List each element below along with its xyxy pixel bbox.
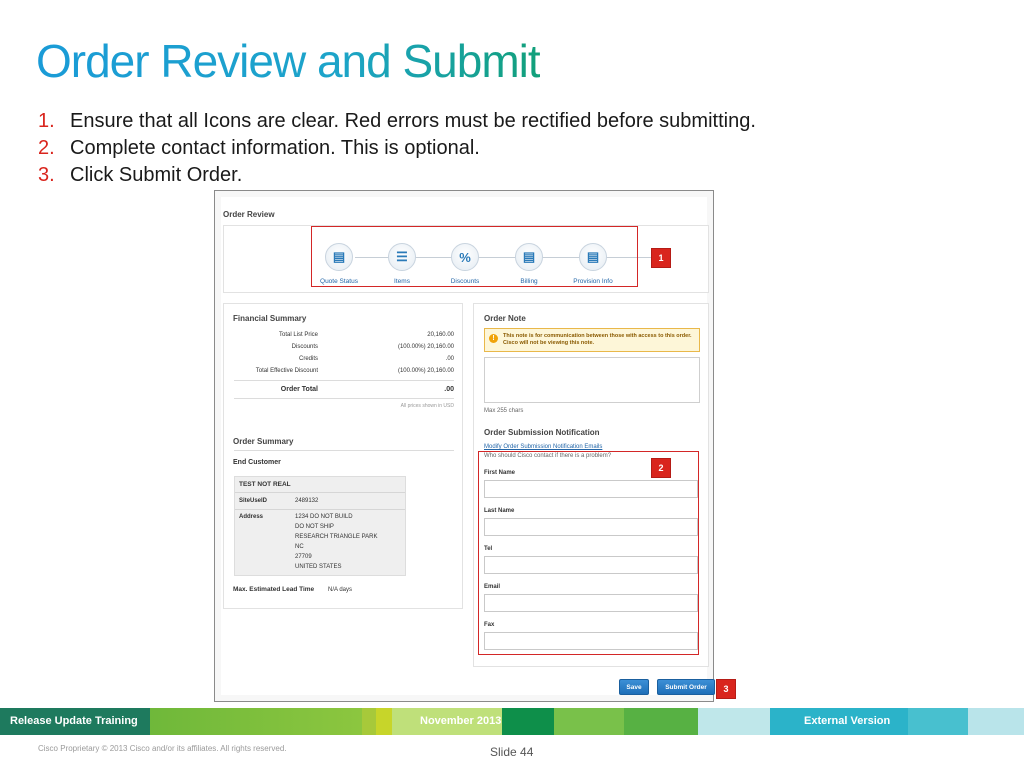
submit-order-button[interactable]: Submit Order xyxy=(657,679,715,695)
step-number: 3. xyxy=(38,164,55,186)
step-text: Click Submit Order. xyxy=(70,164,243,186)
instruction-step: 1. Ensure that all Icons are clear. Red e… xyxy=(38,108,756,135)
footer-left-text: Release Update Training xyxy=(10,715,138,727)
end-customer-label: End Customer xyxy=(233,459,281,466)
footer-segment xyxy=(362,708,376,735)
footer-segment xyxy=(624,708,698,735)
financial-summary-panel: Financial Summary Total List Price 20,16… xyxy=(223,303,463,609)
footer-right-text: External Version xyxy=(804,715,891,727)
site-label: SiteUseID xyxy=(239,498,268,504)
lead-time-value: N/A days xyxy=(328,587,353,593)
divider xyxy=(234,398,454,399)
save-button[interactable]: Save xyxy=(619,679,649,695)
order-review-title: Order Review xyxy=(223,210,275,219)
address-line: 27709 xyxy=(295,554,312,560)
note-warning: ! This note is for communication between… xyxy=(484,328,700,352)
warning-icon: ! xyxy=(489,334,498,343)
callout-box-contact xyxy=(478,451,699,655)
order-total-value: .00 xyxy=(444,386,454,393)
step-text: Ensure that all Icons are clear. Red err… xyxy=(70,110,756,132)
order-total-label: Order Total xyxy=(280,386,318,393)
fin-value: (100.00%) 20,160.00 xyxy=(397,344,454,350)
fin-label: Total Effective Discount xyxy=(255,368,318,374)
max-chars-hint: Max 255 chars xyxy=(484,408,524,414)
fin-value: .00 xyxy=(445,356,454,362)
lead-time-label: Max. Estimated Lead Time xyxy=(233,586,315,593)
address-line: UNITED STATES xyxy=(295,564,342,570)
copyright-text: Cisco Proprietary © 2013 Cisco and/or it… xyxy=(38,744,287,753)
fin-label: Total List Price xyxy=(278,332,318,338)
address-line: NC xyxy=(295,544,304,550)
instruction-list: 1. Ensure that all Icons are clear. Red e… xyxy=(38,108,756,189)
fin-value: 20,160.00 xyxy=(427,332,454,338)
modify-notification-link[interactable]: Modify Order Submission Notification Ema… xyxy=(484,444,602,450)
order-note-textarea[interactable] xyxy=(484,357,700,403)
divider xyxy=(234,450,454,451)
callout-badge-1: 1 xyxy=(651,248,671,268)
divider xyxy=(235,509,405,510)
step-text: Complete contact information. This is op… xyxy=(70,137,480,159)
currency-note: All prices shown in USD xyxy=(400,403,454,409)
footer-center-text: November 2013 xyxy=(420,715,502,727)
step-number: 1. xyxy=(38,110,55,132)
fin-label: Credits xyxy=(298,356,318,362)
financial-summary-title: Financial Summary xyxy=(233,314,307,323)
footer-segment xyxy=(554,708,624,735)
order-summary-title: Order Summary xyxy=(233,437,294,446)
customer-info-box: TEST NOT REAL SiteUseID 2489132 Address … xyxy=(234,476,406,576)
address-label: Address xyxy=(239,514,264,520)
divider xyxy=(235,492,405,493)
slide-title: Order Review and Submit xyxy=(36,35,541,87)
address-line: 1234 DO NOT BUILD xyxy=(295,514,353,520)
footer-segment xyxy=(698,708,770,735)
fin-label: Discounts xyxy=(291,344,318,350)
footer-segment xyxy=(150,708,362,735)
notification-title: Order Submission Notification xyxy=(484,428,600,437)
callout-badge-2: 2 xyxy=(651,458,671,478)
address-line: RESEARCH TRIANGLE PARK xyxy=(295,534,378,540)
footer-segment xyxy=(968,708,1024,735)
warning-text: This note is for communication between t… xyxy=(503,333,692,346)
step-number: 2. xyxy=(38,137,55,159)
footer-segment xyxy=(376,708,392,735)
site-value: 2489132 xyxy=(295,498,319,504)
slide-number: Slide 44 xyxy=(490,745,534,759)
callout-badge-3: 3 xyxy=(716,679,736,699)
fin-value: (100.00%) 20,160.00 xyxy=(397,368,454,374)
callout-box-icons xyxy=(311,226,638,287)
footer-segment xyxy=(502,708,554,735)
footer-segment xyxy=(908,708,968,735)
divider xyxy=(234,380,454,381)
order-note-title: Order Note xyxy=(484,314,526,323)
customer-name: TEST NOT REAL xyxy=(239,481,291,488)
instruction-step: 3. Click Submit Order. xyxy=(38,162,756,189)
address-line: DO NOT SHIP xyxy=(295,524,334,530)
instruction-step: 2. Complete contact information. This is … xyxy=(38,135,756,162)
